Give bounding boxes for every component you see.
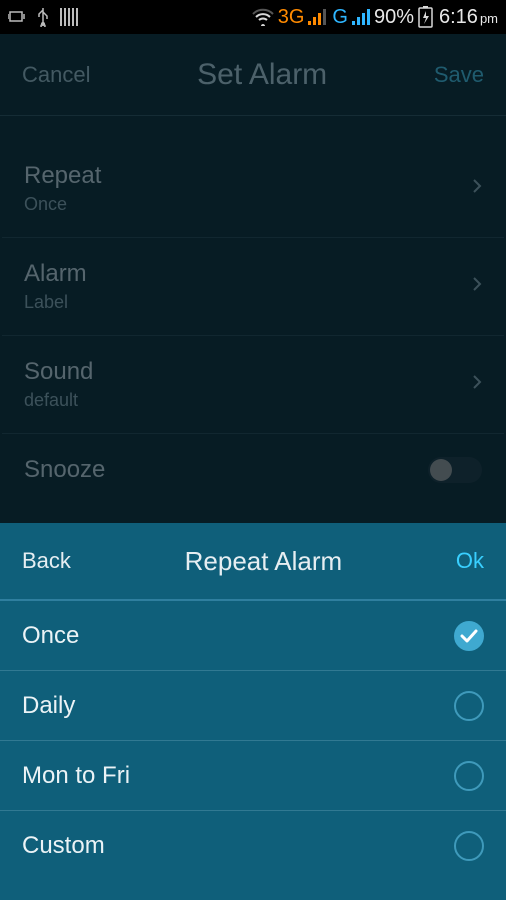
setting-value: Once — [24, 194, 101, 215]
sheet-header: Back Repeat Alarm Ok — [0, 523, 506, 601]
setting-value: default — [24, 390, 93, 411]
battery-charging-icon — [418, 6, 433, 28]
option-label: Mon to Fri — [22, 762, 130, 790]
option-custom[interactable]: Custom — [0, 811, 506, 881]
cancel-button[interactable]: Cancel — [22, 62, 90, 88]
battery-percentage: 90% — [374, 6, 414, 29]
header-bar: Cancel Set Alarm Save — [0, 34, 506, 116]
network-3g-label: 3G — [278, 6, 305, 29]
radio-selected-icon — [454, 621, 484, 651]
setting-label: Alarm — [24, 260, 87, 288]
radio-unselected-icon — [454, 691, 484, 721]
status-bar: 3G G 90% 6:16pm — [0, 0, 506, 34]
back-button[interactable]: Back — [22, 548, 71, 574]
signal-bars-1-icon — [308, 9, 326, 25]
snooze-toggle[interactable] — [428, 457, 482, 483]
option-once[interactable]: Once — [0, 601, 506, 671]
setting-label: Snooze — [24, 456, 105, 484]
signal-bars-2-icon — [352, 9, 370, 25]
setting-alarm[interactable]: Alarm Label — [2, 238, 504, 336]
radio-unselected-icon — [454, 831, 484, 861]
option-label: Once — [22, 622, 79, 650]
repeat-alarm-sheet: Back Repeat Alarm Ok Once Daily Mon to F… — [0, 523, 506, 900]
setting-label: Sound — [24, 358, 93, 386]
clock-time: 6:16pm — [439, 6, 498, 29]
option-label: Custom — [22, 832, 105, 860]
sheet-title: Repeat Alarm — [185, 546, 343, 577]
radio-unselected-icon — [454, 761, 484, 791]
option-mon-to-fri[interactable]: Mon to Fri — [0, 741, 506, 811]
option-label: Daily — [22, 692, 75, 720]
usb-icon — [36, 7, 50, 27]
ok-button[interactable]: Ok — [456, 548, 484, 574]
chevron-right-icon — [472, 276, 482, 297]
barcode-icon — [60, 8, 80, 26]
vibrate-icon — [8, 9, 26, 25]
setting-label: Repeat — [24, 162, 101, 190]
save-button[interactable]: Save — [434, 62, 484, 88]
page-title: Set Alarm — [197, 58, 327, 92]
toggle-knob — [430, 459, 452, 481]
setting-snooze: Snooze — [2, 434, 504, 506]
chevron-right-icon — [472, 178, 482, 199]
setting-value: Label — [24, 292, 87, 313]
network-g-label: G — [332, 6, 348, 29]
wifi-icon — [252, 8, 274, 26]
option-daily[interactable]: Daily — [0, 671, 506, 741]
chevron-right-icon — [472, 374, 482, 395]
setting-sound[interactable]: Sound default — [2, 336, 504, 434]
setting-repeat[interactable]: Repeat Once — [2, 140, 504, 238]
option-list: Once Daily Mon to Fri Custom — [0, 601, 506, 900]
